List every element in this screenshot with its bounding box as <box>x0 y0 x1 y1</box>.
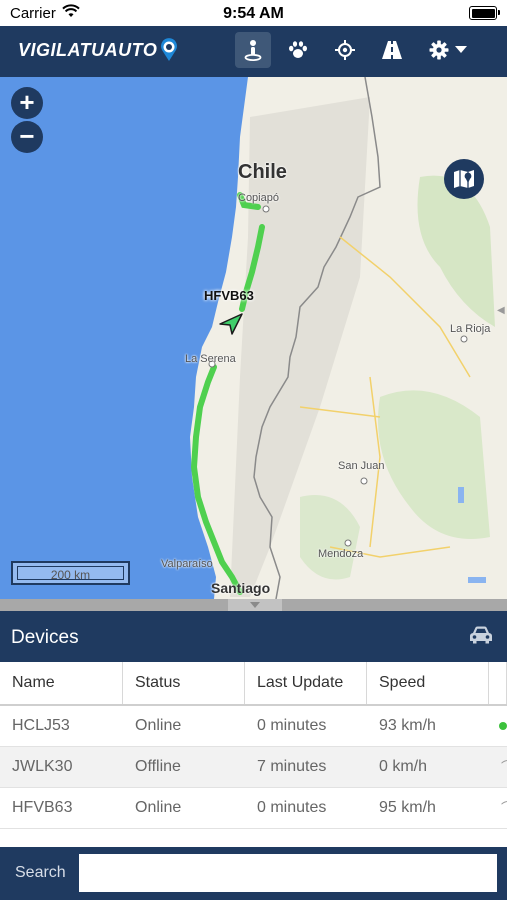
table-header-row: Name Status Last Update Speed <box>0 662 507 706</box>
search-label: Search <box>15 864 66 881</box>
caret-down-icon <box>455 46 467 53</box>
status-bar: Carrier 9:54 AM <box>0 0 507 26</box>
map-label-la-serena: La Serena <box>185 353 236 365</box>
map-layers-button[interactable] <box>444 159 484 199</box>
vehicle-navigation-arrow-icon[interactable] <box>218 312 244 341</box>
tracking-person-icon <box>244 40 262 61</box>
device-last-update-cell: 0 minutes <box>257 799 327 816</box>
column-header-status[interactable]: Status <box>123 662 245 704</box>
device-speed-cell: 93 km/h <box>379 717 436 734</box>
row-overflow-icon: ⌒ <box>489 747 507 787</box>
device-last-update-cell: 0 minutes <box>257 717 327 734</box>
search-bar: Search <box>0 847 507 900</box>
device-speed-cell: 95 km/h <box>379 799 436 816</box>
app-logo: VIGILATUAUTO <box>18 40 158 60</box>
table-row[interactable]: HFVB63 Online 0 minutes 95 km/h ⌒ <box>0 788 507 829</box>
crosshair-icon <box>335 40 355 60</box>
table-row[interactable]: JWLK30 Offline 7 minutes 0 km/h ⌒ <box>0 747 507 788</box>
vegetation-area <box>300 495 360 580</box>
city-dot <box>460 335 468 343</box>
city-dot <box>262 205 270 213</box>
row-overflow-icon: ⌒ <box>489 788 507 828</box>
device-name-cell: HCLJ53 <box>12 717 70 734</box>
map-label-valparaiso: Valparaíso <box>161 558 213 570</box>
device-last-update-cell: 7 minutes <box>257 758 327 775</box>
search-input[interactable] <box>79 854 497 892</box>
eye-logo-icon <box>158 38 180 67</box>
city-dot <box>344 539 352 547</box>
table-row[interactable]: HCLJ53 Online 0 minutes 93 km/h <box>0 706 507 747</box>
online-indicator-icon <box>489 706 507 746</box>
map-layers-icon <box>454 170 474 188</box>
map-label-san-juan: San Juan <box>338 460 385 472</box>
device-name-cell: JWLK30 <box>12 758 73 775</box>
map-canvas <box>0 77 495 599</box>
clock: 9:54 AM <box>223 5 284 22</box>
device-name-cell: HFVB63 <box>12 799 73 816</box>
vegetation-area <box>378 390 490 539</box>
lake <box>458 487 464 503</box>
vegetation-area <box>417 175 495 327</box>
resize-grip[interactable] <box>228 599 282 611</box>
car-icon[interactable] <box>469 625 493 650</box>
map-label-chile: Chile <box>238 161 287 183</box>
map-label-santiago: Santiago <box>211 580 271 596</box>
map-label-la-rioja: La Rioja <box>450 323 491 335</box>
map-view[interactable]: + − Chile Copiapó La Serena La Rioja San… <box>0 77 507 599</box>
map-scale: 200 km <box>11 561 130 585</box>
devices-title: Devices <box>11 627 79 648</box>
map-label-copiapo: Copiapó <box>238 192 279 204</box>
ocean <box>0 77 248 599</box>
device-status-cell: Online <box>135 799 182 816</box>
routes-button[interactable] <box>374 32 410 68</box>
devices-header: Devices <box>0 611 507 662</box>
vehicle-marker-label[interactable]: HFVB63 <box>204 288 254 303</box>
city-dot <box>360 477 368 485</box>
road-icon <box>382 41 402 59</box>
locate-button[interactable] <box>327 32 363 68</box>
device-status-cell: Offline <box>135 758 181 775</box>
zoom-out-button[interactable]: − <box>11 121 43 153</box>
battery-icon <box>469 6 500 20</box>
panel-resize-handle[interactable] <box>0 599 507 611</box>
device-status-cell: Online <box>135 717 182 734</box>
column-header-extra <box>489 662 507 704</box>
paw-icon <box>289 41 307 58</box>
app-header: VIGILATUAUTO <box>0 26 507 77</box>
collapse-side-icon[interactable]: ◀ <box>497 305 505 316</box>
device-speed-cell: 0 km/h <box>379 758 428 775</box>
settings-menu-button[interactable] <box>420 32 476 68</box>
map-label-mendoza: Mendoza <box>318 548 364 560</box>
pet-tracking-button[interactable] <box>280 32 316 68</box>
column-header-name[interactable]: Name <box>0 662 123 704</box>
gear-icon <box>429 40 449 60</box>
tracking-person-button[interactable] <box>235 32 271 68</box>
column-header-speed[interactable]: Speed <box>367 662 489 704</box>
lake <box>468 577 486 583</box>
column-header-last-update[interactable]: Last Update <box>245 662 367 704</box>
zoom-in-button[interactable]: + <box>11 87 43 119</box>
devices-table: Name Status Last Update Speed HCLJ53 Onl… <box>0 662 507 829</box>
